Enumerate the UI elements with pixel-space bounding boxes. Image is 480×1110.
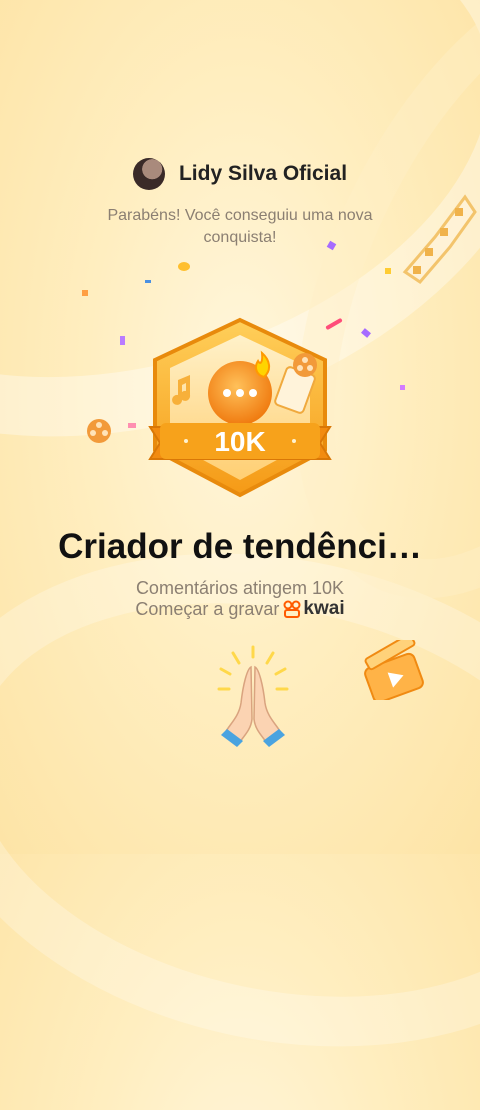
header: Lidy Silva Oficial bbox=[0, 158, 480, 190]
confetti bbox=[82, 290, 88, 296]
kwai-logo-icon bbox=[283, 600, 301, 618]
praying-hands-emoji bbox=[217, 645, 289, 747]
achievement-title: Criador de tendênci… bbox=[58, 527, 422, 566]
confetti bbox=[400, 385, 405, 390]
congrats-message: Parabéns! Você conseguiu uma nova conqui… bbox=[80, 205, 400, 249]
record-cta[interactable]: Começar a gravar kwai bbox=[0, 598, 480, 620]
kwai-logo[interactable]: kwai bbox=[283, 598, 345, 620]
badge-value: 10K bbox=[214, 426, 265, 457]
congrats-line-2: conquista! bbox=[203, 229, 277, 246]
congrats-line-1: Parabéns! Você conseguiu uma nova bbox=[107, 207, 373, 224]
film-strip-icon bbox=[402, 194, 477, 284]
confetti bbox=[178, 262, 190, 271]
confetti bbox=[385, 268, 391, 274]
username[interactable]: Lidy Silva Oficial bbox=[179, 162, 347, 186]
confetti bbox=[145, 280, 151, 283]
avatar[interactable] bbox=[132, 158, 165, 190]
clapperboard-icon bbox=[364, 640, 424, 700]
film-reel-icon bbox=[87, 419, 111, 443]
trophy-badge-icon: 10K bbox=[148, 317, 332, 498]
record-cta-label[interactable]: Começar a gravar bbox=[135, 599, 279, 620]
confetti bbox=[120, 336, 125, 345]
confetti bbox=[361, 328, 371, 338]
achievement-stat: Comentários atingem 10K bbox=[135, 578, 345, 598]
kwai-brand-text: kwai bbox=[303, 598, 345, 619]
